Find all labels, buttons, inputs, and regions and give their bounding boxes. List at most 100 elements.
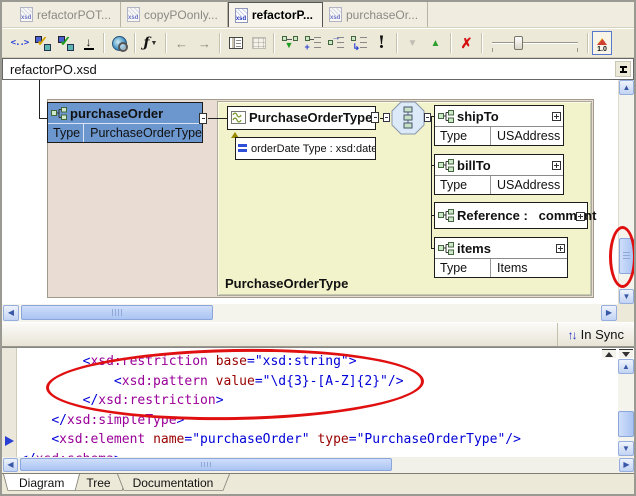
expand-handle[interactable] [556,244,565,253]
file-tab-label: copyPOonly... [144,8,218,22]
schema-diagram-pane[interactable]: PurchaseOrderType purchaseOrder Type Pur… [2,80,634,304]
move-up-button[interactable]: ▲ [424,32,447,55]
connector-square [383,113,390,122]
scroll-down-button[interactable]: ▼ [618,441,634,456]
diagram-vertical-scrollbar[interactable]: ▲ ▼ [618,80,634,304]
notebook-icon [229,37,243,49]
append-element-icon: ↳ [351,36,367,50]
code-line[interactable]: </xsd:schema> [20,450,521,458]
code-line[interactable]: </xsd:simpleType> [20,411,521,431]
schema-diagram-icon: ▼ [282,36,298,50]
collapse-pane-down-button[interactable] [619,349,633,358]
grid-icon [252,37,266,49]
branch-trunk-line [431,116,432,249]
scroll-right-button[interactable]: ▶ [601,305,617,321]
file-tab-copypoonly[interactable]: copyPOonly... [121,2,228,27]
element-icon [51,107,67,120]
code-vertical-scrollbar[interactable]: ▲ ▼ [618,359,634,457]
collapse-handle[interactable] [371,112,379,123]
down-arrow-icon: ↓ [84,36,94,50]
element-box-items[interactable]: items Type Items [434,237,568,278]
scroll-right-button[interactable]: ▶ [619,458,634,472]
sync-status-bar: ↑↓ In Sync [2,322,634,347]
scroll-down-button[interactable]: ▼ [619,289,634,304]
view-tab-documentation[interactable]: Documentation [117,474,230,493]
add-child-element-button[interactable]: + [301,32,324,55]
important-button[interactable]: ! [370,32,393,55]
triangle-down-icon [622,352,630,357]
browser-preview-button[interactable] [108,32,131,55]
xml-brackets-icon: <..> [11,38,29,48]
scroll-left-button[interactable]: ◀ [3,458,18,472]
exclamation-icon: ! [378,33,385,53]
file-tab-refactorpot[interactable]: refactorPOT... [14,2,121,27]
element-box-shipto[interactable]: shipTo Type USAddress [434,105,564,146]
scroll-left-button[interactable]: ◀ [3,305,19,321]
file-tab-refactorpo-active[interactable]: refactorP... [228,2,323,27]
show-diagram-button[interactable]: ▼ [278,32,301,55]
toolbar: <..> ✓ ✓ ↓ ƒ▼ ← → [2,28,634,58]
scrollbar-thumb[interactable] [20,458,392,471]
sequence-compositor-icon[interactable] [391,101,425,135]
code-line[interactable]: </xsd:restriction> [20,391,521,411]
code-horizontal-scrollbar[interactable]: ◀ ▶ [2,457,634,473]
check-wellformed-button[interactable]: <..> [8,32,31,55]
content-model-label: PurchaseOrderType [225,276,348,291]
toolbar-separator [587,33,589,53]
element-box-purchaseorder[interactable]: purchaseOrder Type PurchaseOrderType [47,102,203,143]
delete-button[interactable]: ✗ [455,32,478,55]
triangle-up-icon [605,352,613,357]
validate-button[interactable]: ✓ [31,32,54,55]
type-label: Type [435,259,491,277]
globe-magnifier-icon [112,36,127,51]
scroll-up-button[interactable]: ▲ [618,359,634,374]
validate-ok-button[interactable]: ✓ [54,32,77,55]
grid-view-button-disabled[interactable] [247,32,270,55]
code-lines[interactable]: <xsd:restriction base="xsd:string"> <xsd… [20,352,521,457]
expand-handle[interactable] [552,161,561,170]
zoom-slider[interactable] [488,33,582,53]
xpath-function-button[interactable]: ƒ▼ [139,32,162,55]
scrollbar-track[interactable] [18,458,618,472]
move-down-button-disabled[interactable]: ▼ [401,32,424,55]
scrollbar-track[interactable] [19,305,600,321]
split-window-button[interactable] [615,61,631,77]
collapse-handle[interactable] [199,113,207,124]
collapse-pane-up-button[interactable] [602,349,616,358]
diagram-horizontal-scrollbar[interactable]: ◀ ▶ [2,304,634,322]
code-line[interactable]: <xsd:pattern value="\d{3}-[A-Z]{2}"/> [20,372,521,392]
back-button-disabled[interactable]: ← [170,32,193,55]
slider-track[interactable] [492,42,578,44]
expand-handle[interactable] [576,212,585,221]
scrollbar-thumb[interactable] [619,238,634,274]
append-element-button[interactable]: ↳ [347,32,370,55]
zoom-level-indicator[interactable]: 1.0 [592,31,612,55]
triangle-down-icon: ▼ [408,37,418,50]
element-box-billto[interactable]: billTo Type USAddress [434,154,564,195]
insert-element-button[interactable]: → [324,32,347,55]
element-name: billTo [457,158,491,173]
slider-thumb[interactable] [514,36,523,50]
code-line[interactable]: <xsd:restriction base="xsd:string"> [20,352,521,372]
attribute-box-orderdate[interactable]: orderDate Type : xsd:date [235,137,376,160]
file-tab-purchaseorder[interactable]: purchaseOr... [323,2,428,27]
toolbar-separator [481,33,483,53]
toolbar-separator [450,33,452,53]
document-view-button[interactable] [224,32,247,55]
code-line[interactable]: <xsd:element name="purchaseOrder" type="… [20,430,521,450]
xml-source-pane[interactable]: <xsd:restriction base="xsd:string"> <xsd… [2,347,634,457]
forward-button-disabled[interactable]: → [193,32,216,55]
element-box-reference-comment[interactable]: Reference : comment [434,202,588,229]
view-tab-diagram[interactable]: Diagram [3,474,80,493]
validate-icon: ✓ [35,35,51,51]
scrollbar-thumb[interactable] [618,411,634,437]
expand-handle[interactable] [552,112,561,121]
view-tab-label: Diagram [19,476,64,490]
scroll-up-button[interactable]: ▲ [619,80,634,95]
current-line-indicator [5,436,14,446]
sync-status-text: In Sync [581,327,624,342]
apply-changes-button[interactable]: ↓ [77,32,100,55]
back-arrow-icon: ← [175,37,188,50]
scrollbar-thumb[interactable] [21,305,213,320]
complextype-box-purchaseordertype[interactable]: PurchaseOrderType [227,106,376,130]
